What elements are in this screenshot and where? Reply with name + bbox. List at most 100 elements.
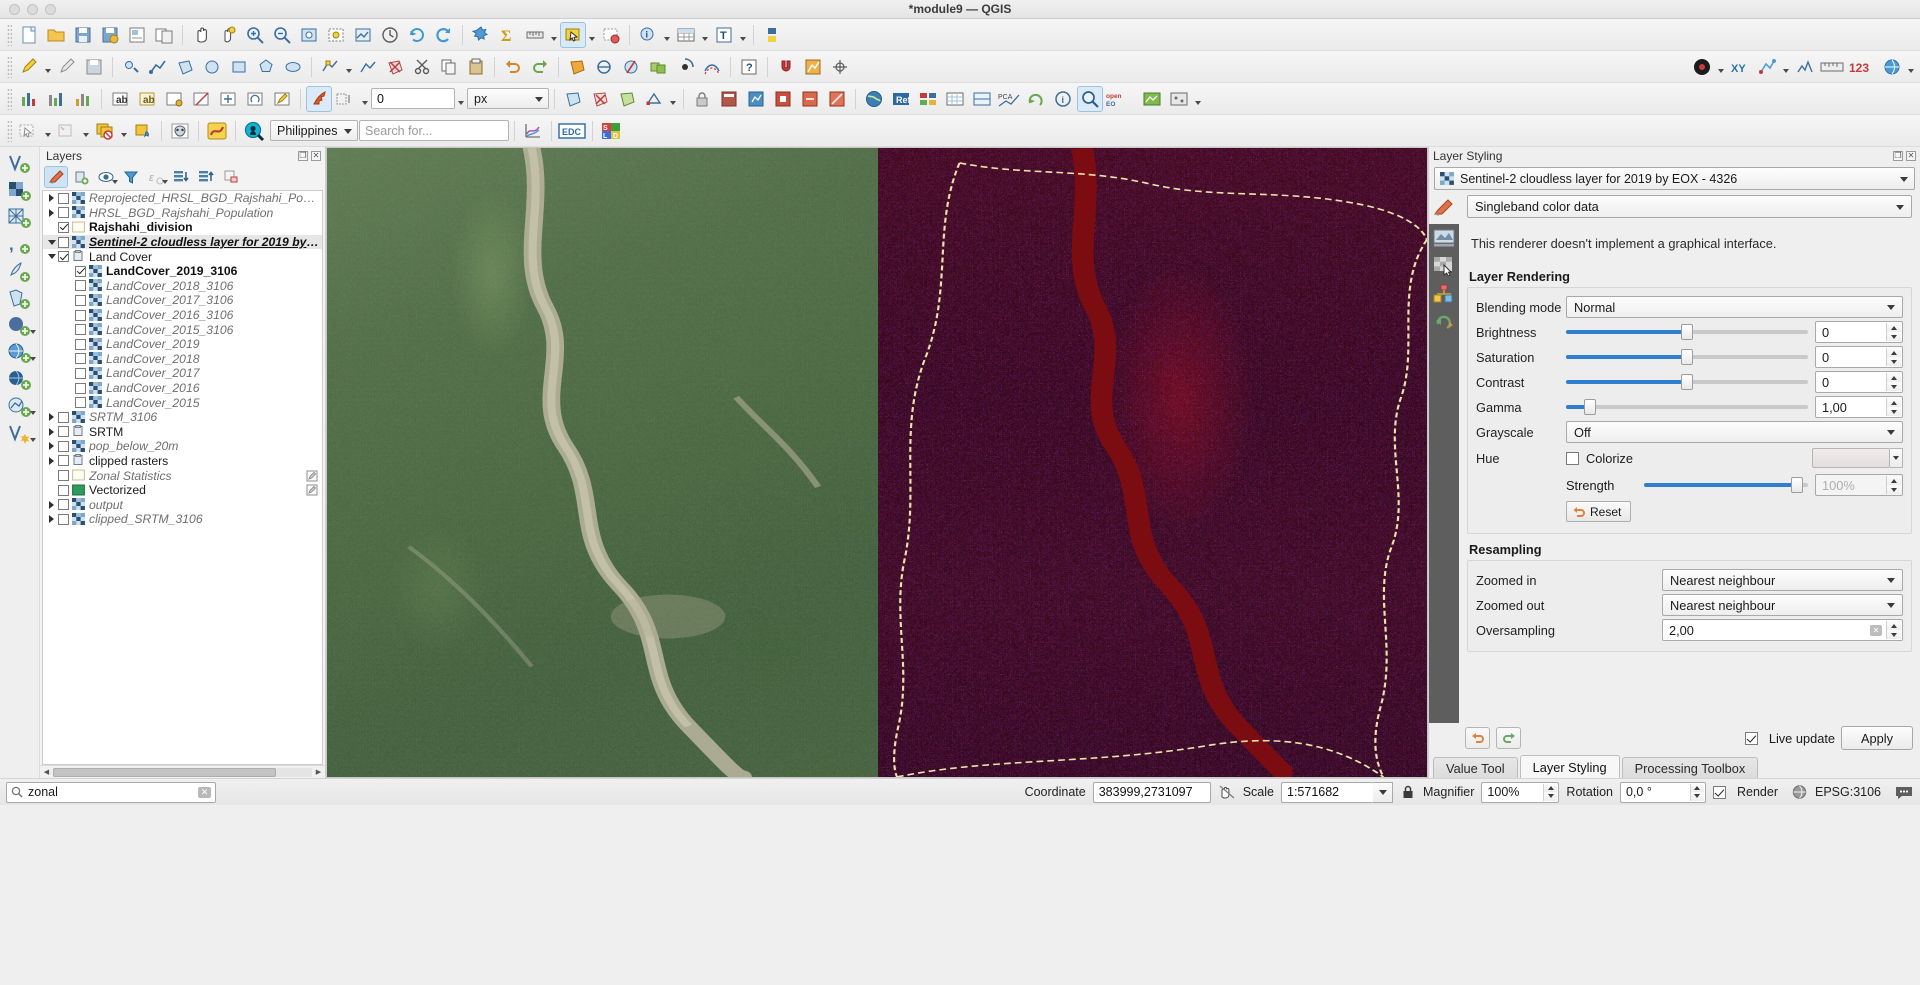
colorize-checkbox[interactable]: [1566, 451, 1579, 465]
layer-visibility-checkbox[interactable]: [58, 455, 69, 467]
globe-dropdown-icon[interactable]: [1906, 54, 1916, 80]
add-point-feature-icon[interactable]: [118, 54, 144, 80]
show-labels-icon[interactable]: ab: [134, 86, 160, 112]
layer-visibility-checkbox[interactable]: [75, 338, 86, 350]
layer-tree-row[interactable]: LandCover_2015_3106: [43, 322, 322, 337]
raster-histogram-icon[interactable]: [16, 86, 42, 112]
saturation-stepper[interactable]: [1886, 348, 1901, 366]
toolbar-project[interactable]: Σ i T: [0, 19, 1920, 51]
window-controls[interactable]: [0, 3, 56, 15]
layer-tree-row[interactable]: SRTM: [43, 425, 322, 440]
pin-labels-icon[interactable]: [161, 86, 187, 112]
node-edit-icon[interactable]: [641, 86, 667, 112]
layer-tree-row[interactable]: clipped_SRTM_3106: [43, 512, 322, 527]
expression-filter-icon[interactable]: ε: [144, 166, 168, 188]
styling-tab-rail[interactable]: [1429, 190, 1459, 723]
pan-to-selection-icon[interactable]: [215, 22, 241, 48]
layer-tree-row[interactable]: Vectorized: [43, 483, 322, 498]
raster-align-icon[interactable]: [770, 86, 796, 112]
paste-features-icon[interactable]: [463, 54, 489, 80]
render-checkbox[interactable]: [1712, 785, 1726, 799]
move-label-icon[interactable]: [215, 86, 241, 112]
layer-tree-row[interactable]: LandCover_2016_3106: [43, 308, 322, 323]
select-rect-dropdown-icon[interactable]: [43, 118, 53, 144]
colorize-color-button[interactable]: [1812, 448, 1890, 468]
layer-visibility-checkbox[interactable]: [75, 294, 86, 306]
new-print-layout-icon[interactable]: [124, 22, 150, 48]
chevron-right-icon[interactable]: [45, 512, 58, 526]
layer-tree-row[interactable]: SRTM_3106: [43, 410, 322, 425]
help-icon[interactable]: ?: [736, 54, 762, 80]
chevron-down-icon[interactable]: [29, 357, 36, 361]
scrollbar-track[interactable]: [53, 767, 312, 777]
layers-panel-toolbar[interactable]: ε: [40, 164, 325, 190]
panel-tab-layer-styling[interactable]: Layer Styling: [1519, 755, 1620, 778]
plugins-icon[interactable]: [468, 22, 494, 48]
enable-tracing-icon[interactable]: [800, 54, 826, 80]
zoom-full-icon[interactable]: [296, 22, 322, 48]
open-eo-icon[interactable]: open EO: [1104, 86, 1138, 112]
split-features-icon[interactable]: [618, 54, 644, 80]
panel-header-buttons[interactable]: ❐ ✕: [1893, 150, 1916, 161]
deselect-all-icon[interactable]: [54, 118, 80, 144]
scale-value[interactable]: 1:571682: [1281, 781, 1373, 803]
profile-chart-icon[interactable]: [520, 118, 546, 144]
coordinate-field[interactable]: 383999,2731097: [1092, 781, 1211, 803]
gamma-stepper[interactable]: [1886, 398, 1901, 416]
snapping-magnet-icon[interactable]: [773, 54, 799, 80]
layer-tree-row[interactable]: LandCover_2015: [43, 395, 322, 410]
add-raster-layer-icon[interactable]: [3, 178, 37, 204]
clear-oversampling-icon[interactable]: ✕: [1870, 625, 1882, 636]
layer-visibility-checkbox[interactable]: [58, 192, 69, 204]
zoom-out-icon[interactable]: [269, 22, 295, 48]
history-tab-icon[interactable]: [1432, 310, 1456, 334]
add-vector-layer-icon[interactable]: [3, 151, 37, 177]
world-map-icon[interactable]: [861, 86, 887, 112]
layer-tree-row[interactable]: LandCover_2018: [43, 352, 322, 367]
add-rectangle-feature-icon[interactable]: [226, 54, 252, 80]
grid-layer2-icon[interactable]: [942, 86, 968, 112]
rotation-handle-icon[interactable]: [333, 86, 359, 112]
save-project-as-icon[interactable]: [97, 22, 123, 48]
merge-features-icon[interactable]: [645, 54, 671, 80]
layer-tree-row[interactable]: LandCover_2019: [43, 337, 322, 352]
chevron-down-icon[interactable]: [29, 438, 36, 442]
network-dropdown-icon[interactable]: [1781, 54, 1791, 80]
scale-dropdown-icon[interactable]: [1373, 781, 1393, 803]
saturation-slider[interactable]: [1566, 348, 1808, 366]
chevron-down-icon[interactable]: [29, 411, 36, 415]
messages-icon[interactable]: [1894, 784, 1914, 800]
rotation-dropdown-icon[interactable]: [360, 86, 370, 112]
scrollbar-thumb[interactable]: [53, 767, 276, 777]
ruler-tool-icon[interactable]: [1819, 54, 1845, 80]
chevron-right-icon[interactable]: [45, 454, 58, 468]
change-label-icon[interactable]: [269, 86, 295, 112]
layer-visibility-checkbox[interactable]: [75, 324, 86, 336]
layer-visibility-checkbox[interactable]: [75, 280, 86, 292]
new-project-icon[interactable]: [16, 22, 42, 48]
statistics-sigma-icon[interactable]: Σ: [495, 22, 521, 48]
add-ellipse-icon[interactable]: [280, 54, 306, 80]
open-attribute-table-icon[interactable]: [673, 22, 699, 48]
layer-visibility-checkbox[interactable]: [58, 221, 69, 233]
layer-tree-row[interactable]: Sentinel-2 cloudless layer for 2019 by E…: [43, 234, 322, 250]
add-circle-feature-icon[interactable]: [199, 54, 225, 80]
network-analysis-icon[interactable]: [1754, 54, 1780, 80]
identify-features-icon[interactable]: i: [635, 22, 661, 48]
globe-tool-icon[interactable]: [1879, 54, 1905, 80]
toolbar-grip[interactable]: [7, 23, 12, 46]
add-polygon-feature-icon[interactable]: [172, 54, 198, 80]
edit-layer-icon[interactable]: [306, 484, 318, 496]
text-annotation-icon[interactable]: T: [711, 22, 737, 48]
toggle-editing-icon[interactable]: [54, 54, 80, 80]
pin-annotation-icon[interactable]: [306, 85, 332, 112]
symbology-tab-icon[interactable]: [1432, 196, 1456, 220]
info-icon[interactable]: i: [1050, 86, 1076, 112]
polygon-green-icon[interactable]: [614, 86, 640, 112]
contrast-slider[interactable]: [1566, 373, 1808, 391]
select-features-icon[interactable]: [560, 21, 586, 48]
layer-tree-row[interactable]: LandCover_2017: [43, 366, 322, 381]
chevron-down-icon[interactable]: [162, 180, 168, 184]
layer-visibility-checkbox[interactable]: [58, 207, 69, 219]
metasearch-input[interactable]: Search for...: [359, 120, 509, 141]
